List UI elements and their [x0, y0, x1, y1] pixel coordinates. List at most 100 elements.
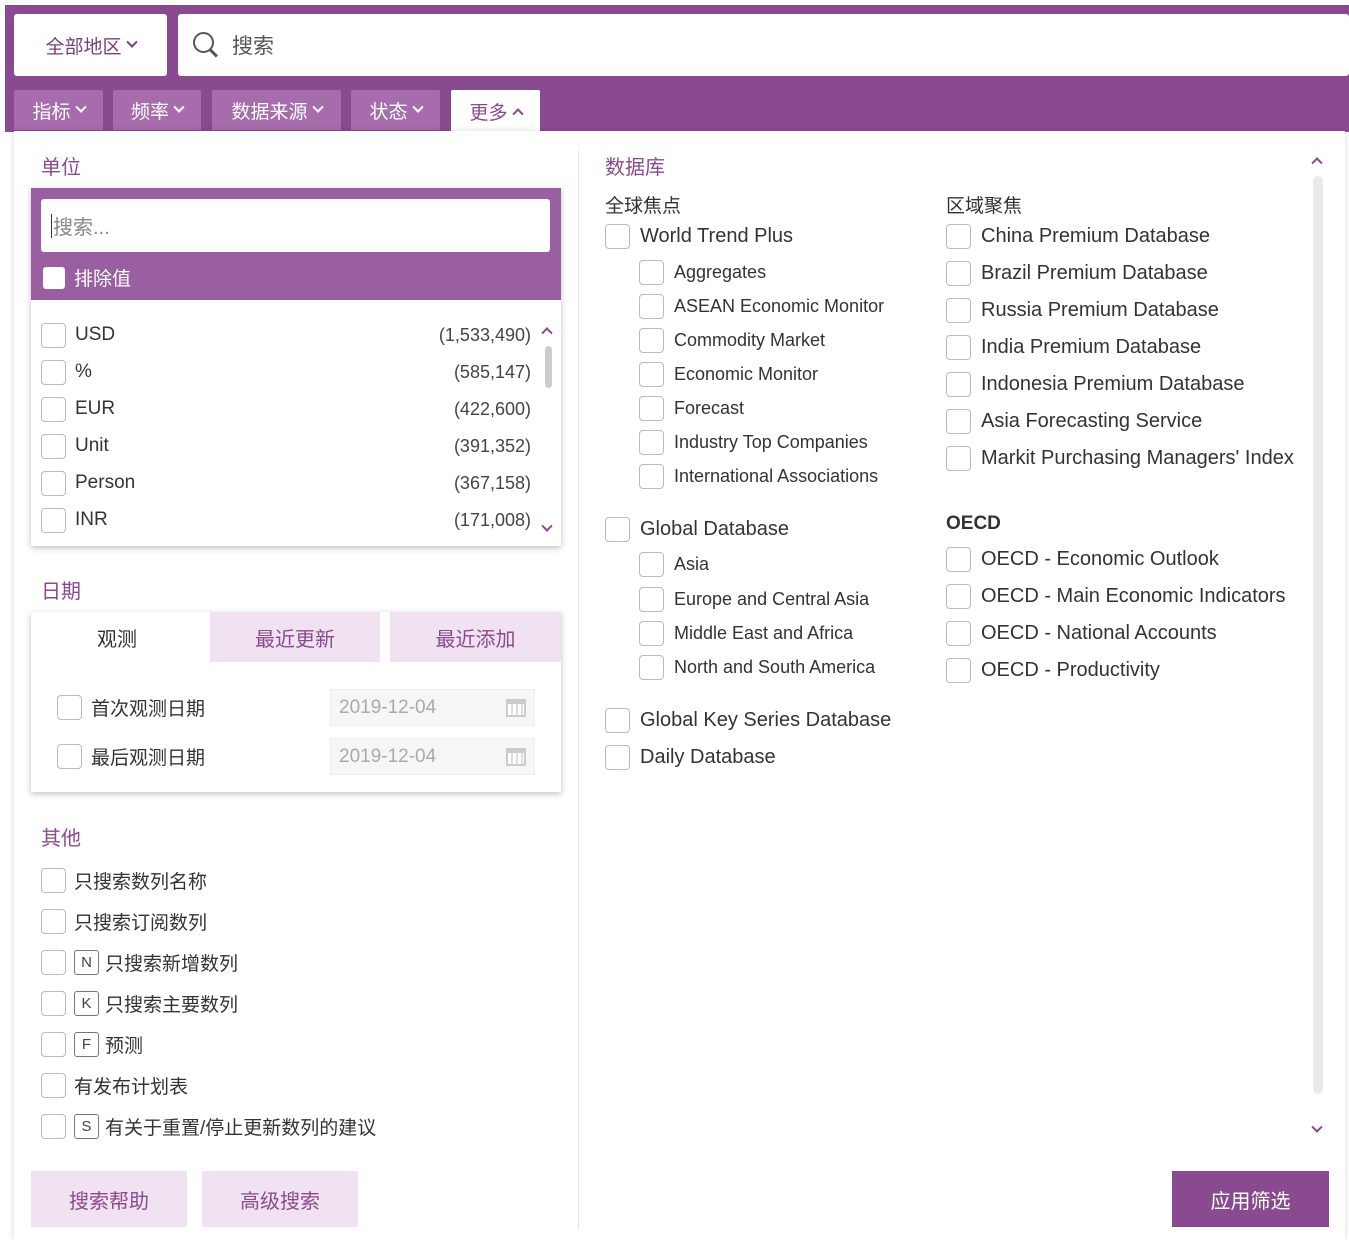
checkbox[interactable] [41, 322, 66, 348]
db-regional-item[interactable]: India Premium Database [946, 335, 1201, 360]
checkbox[interactable] [946, 547, 971, 572]
db-world-trend-plus[interactable]: World Trend Plus [605, 224, 793, 249]
tab-frequency[interactable]: 频率 [113, 90, 201, 130]
checkbox[interactable] [946, 224, 971, 249]
calendar-icon[interactable] [506, 748, 526, 766]
db-oecd-item[interactable]: OECD - National Accounts [946, 621, 1217, 646]
tab-source[interactable]: 数据来源 [212, 90, 341, 130]
unit-item-unit[interactable]: Unit (391,352) [41, 431, 531, 461]
unit-item-eur[interactable]: EUR (422,600) [41, 394, 531, 424]
checkbox[interactable] [41, 470, 66, 496]
db-item[interactable]: Europe and Central Asia [639, 587, 869, 612]
db-regional-item[interactable]: Markit Purchasing Managers' Index [946, 446, 1294, 471]
other-item-name-only[interactable]: 只搜索数列名称 [41, 867, 207, 894]
db-item[interactable]: Middle East and Africa [639, 621, 853, 646]
tab-recent-update[interactable]: 最近更新 [210, 612, 380, 662]
tab-indicator[interactable]: 指标 [14, 90, 103, 130]
other-item-key[interactable]: K 只搜索主要数列 [41, 990, 238, 1017]
checkbox[interactable] [41, 1114, 66, 1139]
checkbox[interactable] [639, 362, 664, 387]
checkbox[interactable] [639, 621, 664, 646]
checkbox[interactable] [43, 266, 65, 289]
db-item[interactable]: Commodity Market [639, 328, 825, 353]
exclude-values-toggle[interactable]: 排除值 [43, 264, 131, 291]
checkbox[interactable] [605, 517, 630, 542]
checkbox[interactable] [41, 1032, 66, 1057]
checkbox[interactable] [946, 446, 971, 471]
first-observation-date-input[interactable]: 2019-12-04 [330, 689, 535, 726]
db-global-database[interactable]: Global Database [605, 517, 789, 542]
checkbox[interactable] [946, 584, 971, 609]
checkbox[interactable] [639, 430, 664, 455]
checkbox[interactable] [639, 552, 664, 577]
checkbox[interactable] [57, 695, 82, 720]
db-daily-database[interactable]: Daily Database [605, 745, 776, 770]
checkbox[interactable] [639, 294, 664, 319]
unit-item-inr[interactable]: INR (171,008) [41, 505, 531, 535]
other-item-forecast[interactable]: F 预测 [41, 1031, 143, 1058]
checkbox[interactable] [57, 744, 82, 769]
unit-search-input[interactable]: 搜索... [41, 199, 550, 252]
last-observation-row[interactable]: 最后观测日期 [57, 743, 205, 770]
checkbox[interactable] [639, 328, 664, 353]
db-oecd-item[interactable]: OECD - Productivity [946, 658, 1160, 683]
db-regional-item[interactable]: Russia Premium Database [946, 298, 1219, 323]
checkbox[interactable] [639, 260, 664, 285]
other-item-rebased[interactable]: S 有关于重置/停止更新数列的建议 [41, 1113, 376, 1140]
checkbox[interactable] [946, 409, 971, 434]
db-item[interactable]: Economic Monitor [639, 362, 818, 387]
region-dropdown[interactable]: 全部地区 [14, 14, 167, 76]
checkbox[interactable] [605, 708, 630, 733]
db-oecd-item[interactable]: OECD - Economic Outlook [946, 547, 1219, 572]
checkbox[interactable] [41, 868, 66, 893]
scroll-down-icon[interactable] [541, 520, 553, 532]
unit-item-person[interactable]: Person (367,158) [41, 468, 531, 498]
calendar-icon[interactable] [506, 699, 526, 717]
db-global-key-series[interactable]: Global Key Series Database [605, 708, 891, 733]
checkbox[interactable] [41, 909, 66, 934]
checkbox[interactable] [639, 655, 664, 680]
checkbox[interactable] [946, 372, 971, 397]
checkbox[interactable] [605, 745, 630, 770]
unit-scrollbar[interactable] [545, 346, 552, 388]
db-regional-item[interactable]: Indonesia Premium Database [946, 372, 1244, 397]
db-item[interactable]: ASEAN Economic Monitor [639, 294, 884, 319]
checkbox[interactable] [946, 335, 971, 360]
db-item[interactable]: Forecast [639, 396, 744, 421]
db-regional-item[interactable]: China Premium Database [946, 224, 1210, 249]
db-item[interactable]: Asia [639, 552, 709, 577]
db-item[interactable]: Industry Top Companies [639, 430, 868, 455]
tab-more[interactable]: 更多 [451, 90, 540, 132]
checkbox[interactable] [41, 433, 66, 459]
advanced-search-button[interactable]: 高级搜索 [202, 1171, 358, 1227]
search-input[interactable]: 搜索 [178, 14, 1349, 76]
tab-status[interactable]: 状态 [351, 90, 440, 130]
checkbox[interactable] [605, 224, 630, 249]
checkbox[interactable] [946, 658, 971, 683]
checkbox[interactable] [41, 950, 66, 975]
checkbox[interactable] [41, 507, 66, 533]
checkbox[interactable] [41, 359, 66, 385]
unit-item-usd[interactable]: USD (1,533,490) [41, 320, 531, 350]
checkbox[interactable] [41, 396, 66, 422]
scroll-up-icon[interactable] [541, 327, 553, 339]
unit-item-percent[interactable]: % (585,147) [41, 357, 531, 387]
other-item-new[interactable]: N 只搜索新增数列 [41, 949, 238, 976]
search-help-button[interactable]: 搜索帮助 [31, 1171, 187, 1227]
checkbox[interactable] [639, 464, 664, 489]
checkbox[interactable] [946, 298, 971, 323]
first-observation-row[interactable]: 首次观测日期 [57, 694, 205, 721]
other-item-release-schedule[interactable]: 有发布计划表 [41, 1072, 188, 1099]
checkbox[interactable] [946, 621, 971, 646]
db-item[interactable]: Aggregates [639, 260, 766, 285]
db-regional-item[interactable]: Asia Forecasting Service [946, 409, 1202, 434]
apply-filter-button[interactable]: 应用筛选 [1172, 1171, 1329, 1227]
checkbox[interactable] [41, 1073, 66, 1098]
checkbox[interactable] [946, 261, 971, 286]
db-item[interactable]: International Associations [639, 464, 878, 489]
last-observation-date-input[interactable]: 2019-12-04 [330, 738, 535, 775]
db-regional-item[interactable]: Brazil Premium Database [946, 261, 1208, 286]
checkbox[interactable] [639, 587, 664, 612]
other-item-subscribed[interactable]: 只搜索订阅数列 [41, 908, 207, 935]
checkbox[interactable] [639, 396, 664, 421]
